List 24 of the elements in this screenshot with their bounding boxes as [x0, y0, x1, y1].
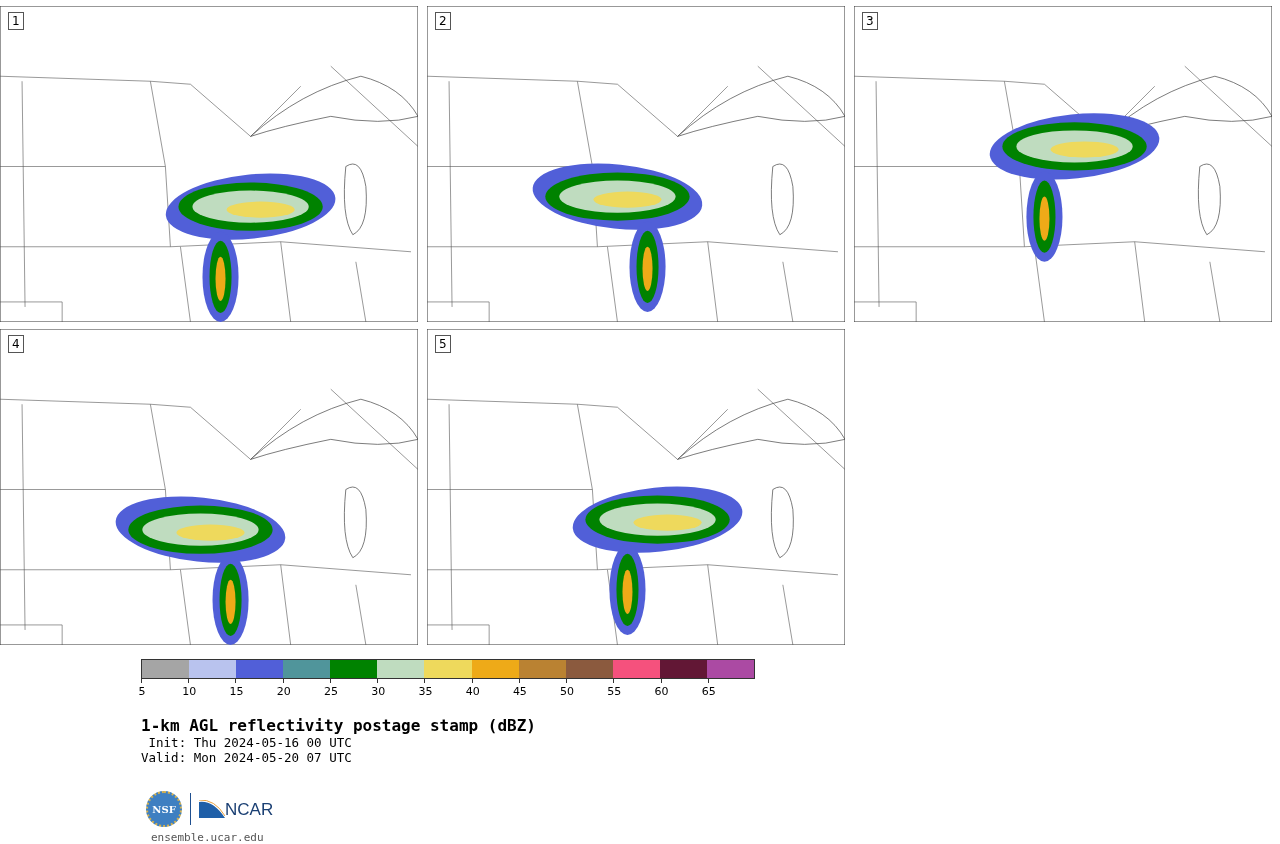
- panel-number: 3: [862, 12, 878, 30]
- init-time: Init: Thu 2024-05-16 00 UTC: [147, 735, 353, 750]
- tick-label: 50: [560, 685, 575, 698]
- tick-label: 20: [276, 685, 291, 698]
- valid-time: Valid: Mon 2024-05-20 07 UTC: [141, 750, 353, 765]
- tick-label: 35: [418, 685, 433, 698]
- panel-number: 2: [435, 12, 451, 30]
- tick-label: 45: [512, 685, 527, 698]
- panel-number: 1: [8, 12, 24, 30]
- chart-title: 1-km AGL reflectivity postage stamp (dBZ): [141, 716, 537, 735]
- nsf-logo: NSF: [146, 791, 182, 827]
- website-url: ensemble.ucar.edu: [151, 831, 265, 844]
- panel-number: 5: [435, 335, 451, 353]
- tick-label: 60: [654, 685, 669, 698]
- tick-label: 40: [465, 685, 480, 698]
- tick-label: 25: [323, 685, 338, 698]
- panel-number: 4: [8, 335, 24, 353]
- tick-label: 5: [138, 685, 146, 698]
- tick-label: 15: [229, 685, 244, 698]
- tick-label: 55: [607, 685, 622, 698]
- tick-label: 65: [701, 685, 716, 698]
- tick-label: 30: [371, 685, 386, 698]
- ncar-logo: NCAR: [199, 800, 274, 818]
- tick-label: 10: [182, 685, 197, 698]
